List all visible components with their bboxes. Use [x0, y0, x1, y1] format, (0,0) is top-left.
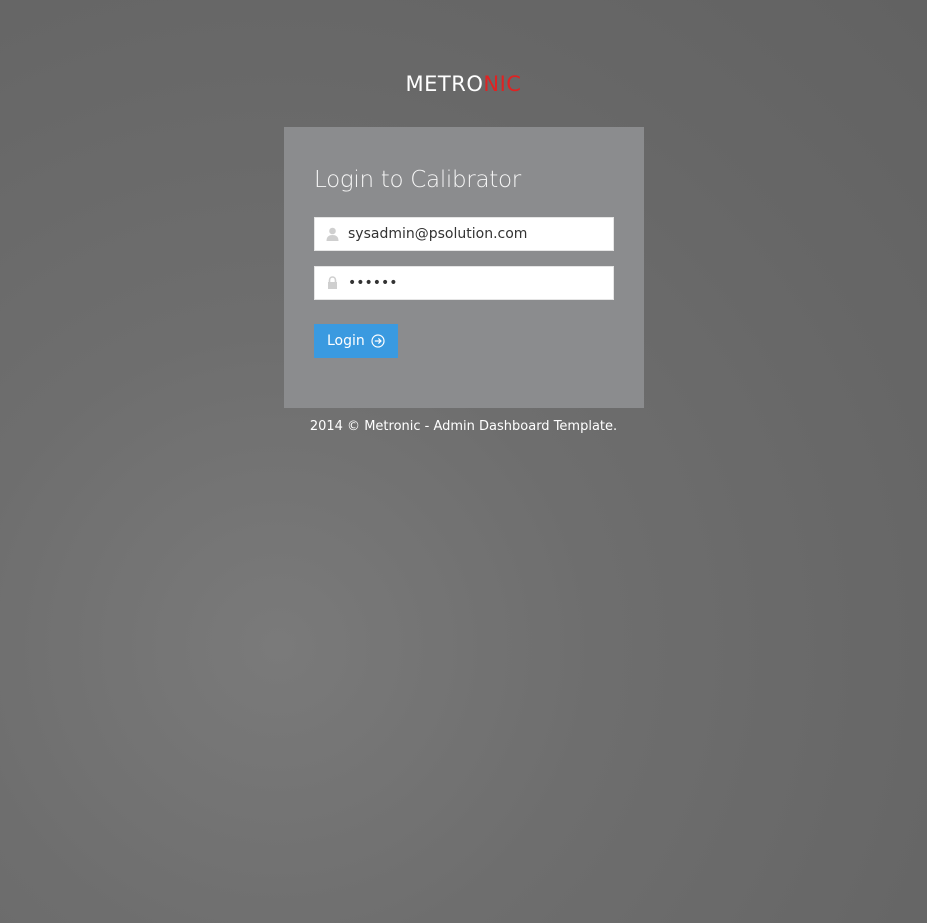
logo: METRONIC	[0, 70, 927, 98]
email-field[interactable]	[314, 217, 614, 251]
login-title: Login to Calibrator	[314, 167, 521, 193]
logo-text-main: METRO	[405, 72, 484, 96]
login-form: Login to Calibrator Login	[284, 127, 644, 408]
login-button[interactable]: Login	[314, 324, 398, 358]
copyright-footer: 2014 © Metronic - Admin Dashboard Templa…	[309, 419, 618, 434]
password-input[interactable]	[348, 267, 608, 299]
arrow-right-circle-icon	[371, 334, 385, 348]
password-field[interactable]	[314, 266, 614, 300]
lock-icon	[328, 276, 337, 289]
email-input[interactable]	[348, 218, 608, 250]
logo-text-accent: NIC	[483, 72, 522, 96]
login-button-label: Login	[327, 333, 365, 349]
user-icon	[326, 227, 339, 241]
